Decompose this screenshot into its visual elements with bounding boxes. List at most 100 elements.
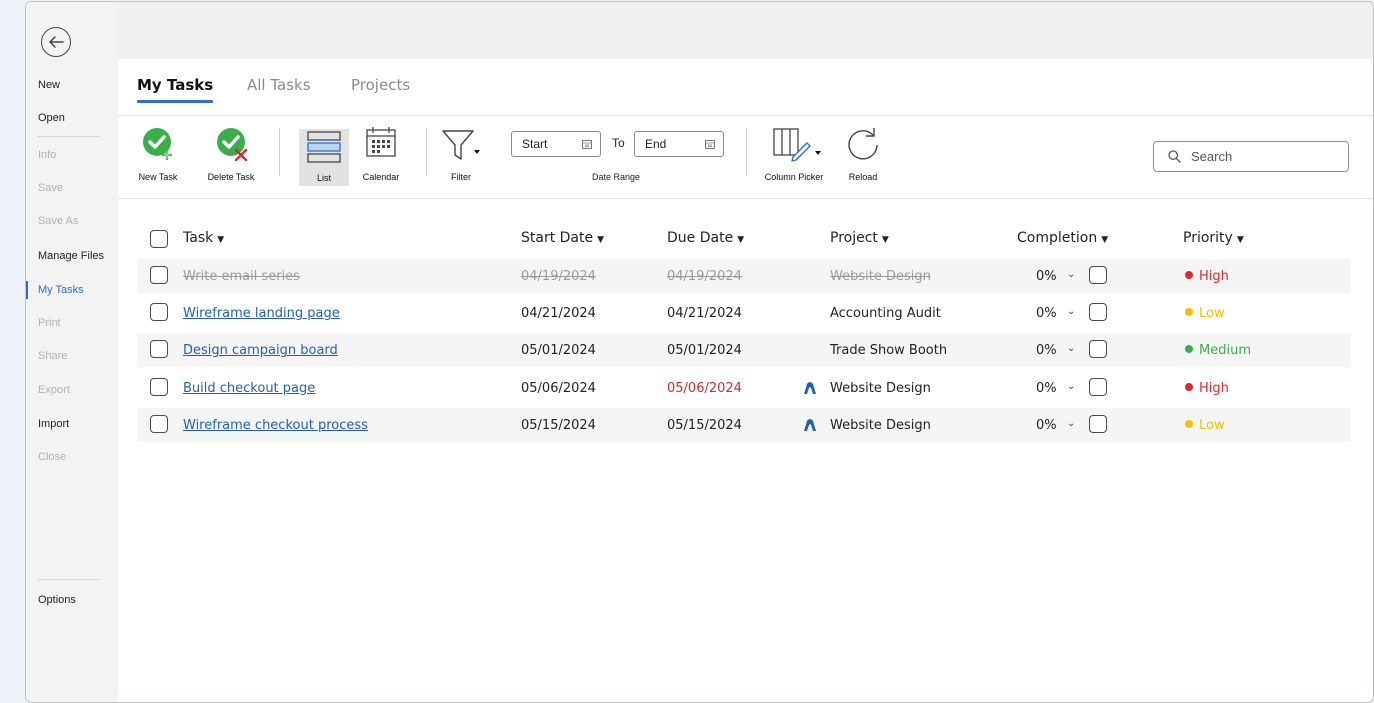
due-date-cell: 05/06/2024: [667, 380, 742, 396]
column-header-due-date[interactable]: Due Date ▼: [667, 230, 744, 246]
column-header-priority[interactable]: Priority ▼: [1183, 230, 1244, 246]
task-name-link[interactable]: Wireframe landing page: [183, 306, 340, 321]
priority-dot-icon: [1185, 271, 1193, 279]
row-checkbox[interactable]: [150, 303, 168, 322]
start-date-cell: 04/19/2024: [521, 269, 596, 284]
due-date-cell: 04/21/2024: [667, 306, 742, 322]
sort-down-icon: ▼: [217, 235, 225, 245]
date-picker-icon[interactable]: [705, 139, 715, 149]
sidebar-item-print[interactable]: Print: [26, 312, 118, 334]
task-name-link[interactable]: Design campaign board: [183, 343, 338, 358]
complete-checkbox[interactable]: [1089, 266, 1107, 284]
tab-all-tasks[interactable]: All Tasks: [247, 76, 311, 94]
completion-dropdown-chevron-icon[interactable]: ⌄: [1067, 381, 1075, 392]
select-all-checkbox[interactable]: [150, 230, 168, 248]
calendar-view-button[interactable]: Calendar: [356, 126, 406, 182]
task-name-link[interactable]: Wireframe checkout process: [183, 418, 368, 433]
row-checkbox[interactable]: [150, 340, 168, 359]
column-header-label: Priority: [1183, 230, 1233, 246]
column-header-label: Project: [830, 230, 878, 246]
date-picker-icon[interactable]: [582, 139, 592, 149]
table-row[interactable]: Build checkout page 05/06/2024 05/06/202…: [137, 371, 1351, 405]
complete-checkbox[interactable]: [1089, 414, 1107, 433]
start-date-input[interactable]: Start: [511, 131, 601, 157]
sidebar-item-info[interactable]: Info: [26, 144, 118, 166]
completion-value: 0%: [1036, 417, 1057, 433]
table-row[interactable]: Wireframe checkout process 05/15/2024 05…: [137, 407, 1351, 442]
sidebar-item-my-tasks[interactable]: My Tasks: [26, 279, 118, 301]
start-date-placeholder: Start: [522, 137, 548, 151]
reload-label: Reload: [848, 172, 878, 182]
column-header-start-date[interactable]: Start Date ▼: [521, 230, 604, 246]
tab-my-tasks[interactable]: My Tasks: [137, 76, 214, 103]
date-to-label: To: [612, 136, 625, 150]
completion-value: 0%: [1036, 343, 1057, 359]
new-task-button[interactable]: New Task: [132, 126, 184, 182]
sidebar-item-save[interactable]: Save: [26, 177, 118, 199]
sidebar-item-manage-files[interactable]: Manage Files: [26, 245, 118, 267]
sidebar-item-new[interactable]: New: [26, 74, 118, 96]
completion-dropdown-chevron-icon[interactable]: ⌄: [1067, 343, 1075, 354]
project-owner-icon: [804, 418, 816, 431]
column-header-project[interactable]: Project ▼: [830, 230, 889, 246]
project-cell: Website Design: [830, 380, 931, 396]
column-picker-button[interactable]: Column Picker: [759, 126, 829, 182]
completion-dropdown-chevron-icon[interactable]: ⌄: [1067, 418, 1075, 429]
filter-icon: [442, 130, 480, 160]
column-picker-label: Column Picker: [764, 172, 824, 182]
table-row[interactable]: Write email series 04/19/2024 04/19/2024…: [137, 259, 1351, 293]
completion-value: 0%: [1036, 306, 1057, 322]
task-name-link[interactable]: Build checkout page: [183, 381, 315, 396]
due-date-cell: 05/15/2024: [667, 417, 742, 433]
row-checkbox[interactable]: [150, 414, 168, 433]
list-view-icon: [307, 131, 341, 163]
completion-dropdown-chevron-icon[interactable]: ⌄: [1067, 269, 1075, 280]
reload-button[interactable]: Reload: [841, 126, 885, 182]
tab-strip: My Tasks All Tasks Projects: [118, 59, 1373, 116]
toolbar-separator: [426, 128, 427, 176]
filter-button[interactable]: Filter: [440, 126, 482, 182]
delete-task-icon: [217, 128, 248, 162]
column-header-task[interactable]: Task ▼: [183, 230, 224, 246]
column-header-completion[interactable]: Completion ▼: [1017, 230, 1108, 246]
sidebar-item-open[interactable]: Open: [26, 107, 118, 129]
sidebar-item-share[interactable]: Share: [26, 345, 118, 367]
back-button[interactable]: [41, 27, 71, 57]
due-date-cell: 04/19/2024: [667, 269, 742, 284]
app-window: New Open Info Save Save As Manage Files …: [25, 1, 1374, 703]
start-date-cell: 05/15/2024: [521, 417, 596, 433]
calendar-label: Calendar: [362, 172, 400, 182]
search-input[interactable]: Search: [1153, 141, 1349, 172]
priority-dot-icon: [1185, 308, 1193, 317]
tab-projects[interactable]: Projects: [351, 76, 410, 94]
complete-checkbox[interactable]: [1089, 377, 1107, 396]
priority-dot-icon: [1185, 345, 1193, 354]
delete-task-button[interactable]: Delete Task: [201, 126, 261, 182]
table-row[interactable]: Wireframe landing page 04/21/2024 04/21/…: [137, 296, 1351, 330]
start-date-cell: 04/21/2024: [521, 306, 596, 322]
priority-cell: High: [1185, 269, 1229, 284]
list-view-button[interactable]: List: [299, 129, 349, 186]
sidebar-item-import[interactable]: Import: [26, 413, 118, 435]
priority-label: High: [1199, 269, 1229, 284]
row-checkbox[interactable]: [150, 377, 168, 396]
table-row[interactable]: Design campaign board 05/01/2024 05/01/2…: [137, 333, 1351, 368]
complete-checkbox[interactable]: [1089, 340, 1107, 359]
row-checkbox[interactable]: [150, 266, 168, 284]
end-date-input[interactable]: End: [634, 131, 724, 157]
title-bar: [118, 2, 1373, 59]
sidebar-item-close[interactable]: Close: [26, 446, 118, 468]
sidebar-item-options[interactable]: Options: [26, 589, 118, 611]
sidebar-divider: [38, 136, 101, 137]
date-range-label: Date Range: [592, 172, 641, 182]
filter-label: Filter: [451, 172, 471, 182]
toolbar: New Task Delete Task List Calendar Filte…: [118, 116, 1373, 199]
project-cell: Accounting Audit: [830, 306, 941, 322]
sidebar-item-save-as[interactable]: Save As: [26, 210, 118, 232]
sidebar-item-export[interactable]: Export: [26, 379, 118, 401]
completion-dropdown-chevron-icon[interactable]: ⌄: [1067, 306, 1075, 317]
search-icon: [1168, 150, 1181, 163]
sort-down-icon: ▼: [1101, 235, 1109, 245]
complete-checkbox[interactable]: [1089, 303, 1107, 322]
task-name-link[interactable]: Write email series: [183, 269, 300, 284]
